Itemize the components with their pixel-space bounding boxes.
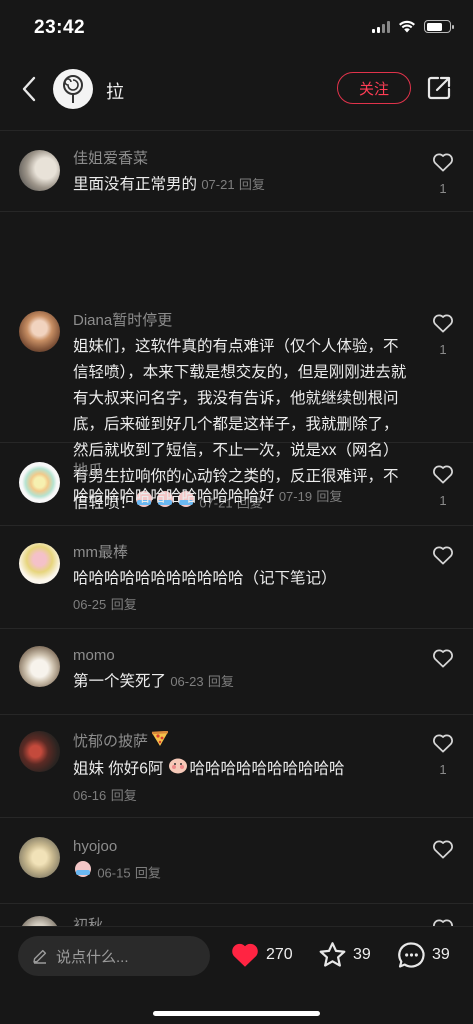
header: 拉 关注	[0, 58, 473, 120]
comment-like[interactable]	[431, 918, 455, 926]
comment-like[interactable]: 1	[431, 733, 455, 777]
follow-button[interactable]: 关注	[337, 72, 411, 104]
like-count: 1	[439, 762, 447, 777]
battery-icon	[424, 20, 454, 33]
author-avatar[interactable]	[53, 69, 93, 109]
comment-date: 06-23	[170, 674, 204, 689]
status-icons	[372, 20, 454, 33]
pencil-icon	[33, 949, 47, 964]
comment-text[interactable]: 哈哈哈哈哈哈哈哈哈哈哈（记下笔记）	[73, 566, 413, 592]
commenter-avatar[interactable]	[19, 462, 60, 503]
comment-count: 39	[432, 946, 450, 963]
comment-text[interactable]: 里面没有正常男的 07-21 回复	[73, 172, 413, 198]
commenter-avatar[interactable]	[19, 543, 60, 584]
crying-emoji-icon	[73, 860, 93, 887]
comment-like[interactable]	[431, 545, 455, 574]
commenter-avatar[interactable]	[19, 311, 60, 352]
comment-date: 07-21	[201, 177, 235, 192]
reply-button[interactable]: 回复	[239, 177, 265, 192]
commenter-avatar[interactable]	[19, 646, 60, 687]
comment-item: 初秋	[0, 904, 473, 926]
heart-outline-icon	[433, 546, 453, 565]
commenter-name[interactable]: 初秋	[73, 916, 413, 926]
comment-text[interactable]: 第一个笑死了 06-23 回复	[73, 669, 413, 695]
chevron-left-icon	[22, 76, 36, 102]
share-button[interactable]	[426, 75, 454, 103]
commenter-avatar[interactable]	[19, 916, 60, 926]
author-name[interactable]: 拉	[106, 78, 124, 104]
comment-button[interactable]: 39	[397, 941, 450, 969]
comment-date: 06-15	[97, 865, 131, 881]
comment-like[interactable]	[431, 839, 455, 864]
comment-text[interactable]: 姐妹 你好6阿 哈哈哈哈哈哈哈哈哈哈	[73, 756, 413, 783]
comment-like[interactable]	[431, 648, 455, 673]
comment-input-placeholder: 说点什么...	[56, 948, 129, 966]
commenter-avatar[interactable]	[19, 731, 60, 772]
comment-item: 地瓜 哈哈哈哈哈哈哈哈哈哈哈哈好 07-19 回复 1	[0, 443, 473, 526]
back-button[interactable]	[14, 74, 44, 104]
home-indicator	[153, 1011, 320, 1016]
comment-date: 06-25	[73, 597, 107, 612]
wifi-icon	[399, 20, 415, 33]
commenter-name[interactable]: Diana暂时停更	[73, 311, 413, 331]
commenter-name[interactable]: 佳姐爱香菜	[73, 149, 413, 169]
reply-button[interactable]: 回复	[208, 674, 234, 689]
comment-item: 忧郁の披萨 姐妹 你好6阿 哈哈哈哈哈哈哈哈哈哈 06-16 回复 1	[0, 715, 473, 818]
reply-button[interactable]: 回复	[111, 597, 137, 612]
comment-date: 07-19	[278, 489, 313, 504]
comment-input[interactable]: 说点什么...	[18, 936, 210, 976]
favorite-button[interactable]: 39	[318, 941, 371, 969]
commenter-name[interactable]: mm最棒	[73, 543, 413, 563]
like-button[interactable]: 270	[230, 941, 293, 968]
status-time: 23:42	[34, 17, 86, 38]
favorite-count: 39	[353, 946, 371, 963]
bottom-action-bar: 说点什么... 270 39 39	[0, 926, 473, 1024]
heart-outline-icon	[433, 919, 453, 926]
commenter-name[interactable]: momo	[73, 646, 413, 666]
comment-like[interactable]: 1	[431, 464, 455, 508]
comment-text[interactable]: 06-15 回复	[73, 860, 413, 887]
like-count: 1	[439, 181, 447, 196]
commenter-avatar[interactable]	[19, 150, 60, 191]
blushing-emoji-icon	[168, 756, 188, 783]
star-icon	[319, 942, 346, 967]
like-count: 1	[439, 342, 447, 357]
comment-like[interactable]: 1	[431, 152, 455, 196]
lollipop-logo-icon	[63, 75, 83, 103]
share-icon	[427, 76, 451, 100]
comment-list[interactable]: 佳姐爱香菜 里面没有正常男的 07-21 回复 1 Diana暂时停更 姐妹们，…	[0, 131, 473, 926]
heart-filled-icon	[232, 943, 258, 967]
heart-outline-icon	[433, 649, 453, 668]
heart-outline-icon	[433, 465, 453, 484]
comment-date: 06-16	[73, 788, 107, 803]
cellular-signal-icon	[372, 20, 390, 33]
heart-outline-icon	[433, 314, 453, 333]
heart-outline-icon	[433, 840, 453, 859]
commenter-avatar[interactable]	[19, 837, 60, 878]
comment-item: hyojoo 06-15 回复	[0, 818, 473, 904]
comment-item: momo 第一个笑死了 06-23 回复	[0, 629, 473, 715]
heart-outline-icon	[433, 734, 453, 753]
like-count: 1	[439, 493, 447, 508]
comment-item: mm最棒 哈哈哈哈哈哈哈哈哈哈哈（记下笔记） 06-25 回复	[0, 526, 473, 629]
comment-like[interactable]: 1	[431, 313, 455, 357]
commenter-name[interactable]: 忧郁の披萨	[73, 730, 413, 753]
reply-button[interactable]: 回复	[316, 489, 342, 504]
comment-text[interactable]: 哈哈哈哈哈哈哈哈哈哈哈哈好 07-19 回复	[73, 484, 413, 510]
status-bar: 23:42	[0, 0, 473, 56]
commenter-name[interactable]: hyojoo	[73, 837, 413, 857]
reply-button[interactable]: 回复	[111, 788, 137, 803]
heart-outline-icon	[433, 153, 453, 172]
like-count: 270	[266, 945, 293, 963]
comment-item: 佳姐爱香菜 里面没有正常男的 07-21 回复 1	[0, 131, 473, 212]
pizza-emoji-icon	[151, 730, 169, 753]
comment-bubble-icon	[398, 942, 425, 968]
comment-item: Diana暂时停更 姐妹们，这软件真的有点难评（仅个人体验，不信轻喷），本来下载…	[0, 212, 473, 512]
reply-button[interactable]: 回复	[135, 866, 161, 881]
commenter-name[interactable]: 地瓜	[73, 461, 413, 481]
